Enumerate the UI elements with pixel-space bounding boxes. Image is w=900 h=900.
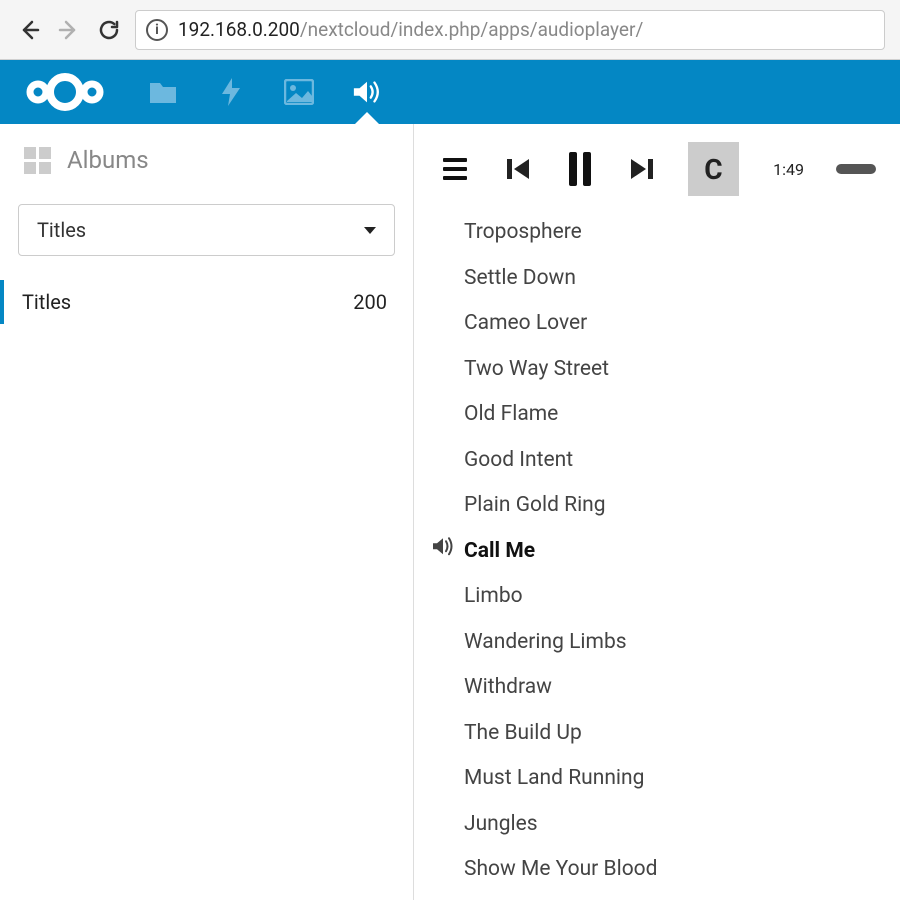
track-item[interactable]: Limbo: [414, 574, 900, 620]
category-select[interactable]: Titles: [18, 204, 395, 256]
track-title: Two Way Street: [464, 354, 609, 386]
track-title: Limbo: [464, 581, 523, 613]
previous-button[interactable]: [500, 151, 534, 187]
player-controls: C 1:49: [414, 124, 900, 206]
sidebar-item-titles[interactable]: Titles 200: [0, 280, 395, 324]
track-item[interactable]: Cameo Lover: [414, 301, 900, 347]
track-item[interactable]: Withdraw: [414, 665, 900, 711]
next-button[interactable]: [625, 151, 659, 187]
files-icon[interactable]: [148, 77, 178, 107]
view-grid-icon: [24, 147, 51, 174]
gallery-icon[interactable]: [284, 77, 314, 107]
now-playing-icon: [432, 536, 454, 568]
playback-time: 1:49: [773, 160, 804, 179]
chevron-down-icon: [364, 227, 376, 234]
sidebar-item-label: Titles: [22, 290, 71, 314]
active-app-indicator: [355, 112, 379, 124]
track-title: Plain Gold Ring: [464, 490, 606, 522]
track-item[interactable]: Call Me: [414, 529, 900, 575]
app-header: [0, 60, 900, 124]
sidebar: Albums Titles Titles 200: [0, 124, 414, 900]
track-item[interactable]: Old Flame: [414, 392, 900, 438]
track-item[interactable]: Wandering Limbs: [414, 620, 900, 666]
track-title: Cameo Lover: [464, 308, 587, 340]
nextcloud-logo[interactable]: [20, 70, 110, 114]
track-title: Good Intent: [464, 445, 573, 477]
url-path: /nextcloud/index.php/apps/audioplayer/: [300, 18, 643, 41]
sidebar-item-count: 200: [353, 290, 387, 314]
sidebar-heading: Albums: [67, 146, 149, 174]
audioplayer-icon[interactable]: [352, 77, 382, 107]
url-text: 192.168.0.200/nextcloud/index.php/apps/a…: [178, 18, 643, 41]
track-title: Call Me: [464, 536, 535, 568]
track-title: Jungles: [464, 809, 538, 841]
track-title: Withdraw: [464, 672, 552, 704]
back-button[interactable]: [15, 16, 43, 44]
url-host: 192.168.0.200: [178, 18, 300, 41]
main-panel: C 1:49 Troposphere Settle Down Cameo Lover…: [414, 124, 900, 900]
menu-button[interactable]: [438, 151, 472, 187]
sidebar-header: Albums: [18, 146, 395, 174]
track-item[interactable]: Show Me Your Blood: [414, 847, 900, 893]
track-item[interactable]: Troposphere: [414, 210, 900, 256]
site-info-icon[interactable]: i: [146, 19, 168, 41]
track-item[interactable]: The Build Up: [414, 711, 900, 757]
track-title: Show Me Your Blood: [464, 854, 658, 886]
track-title: Wandering Limbs: [464, 627, 627, 659]
track-item[interactable]: Plain Gold Ring: [414, 483, 900, 529]
track-item[interactable]: Jungles: [414, 802, 900, 848]
track-title: Troposphere: [464, 217, 582, 249]
track-item[interactable]: Two Way Street: [414, 347, 900, 393]
forward-button[interactable]: [55, 16, 83, 44]
progress-bar[interactable]: [836, 164, 876, 174]
browser-toolbar: i 192.168.0.200/nextcloud/index.php/apps…: [0, 0, 900, 60]
activity-icon[interactable]: [216, 77, 246, 107]
url-bar[interactable]: i 192.168.0.200/nextcloud/index.php/apps…: [135, 10, 885, 50]
track-item[interactable]: Must Land Running: [414, 756, 900, 802]
reload-button[interactable]: [95, 16, 123, 44]
category-select-value: Titles: [37, 218, 86, 242]
track-title: Old Flame: [464, 399, 558, 431]
album-cover-placeholder[interactable]: C: [688, 142, 740, 196]
track-title: Must Land Running: [464, 763, 644, 795]
track-list: Troposphere Settle Down Cameo Lover Two Way…: [414, 206, 900, 900]
track-item[interactable]: Mystery In The Faking: [414, 893, 900, 900]
track-item[interactable]: Good Intent: [414, 438, 900, 484]
content-area: Albums Titles Titles 200 C 1:49 T: [0, 124, 900, 900]
track-title: Settle Down: [464, 263, 576, 295]
pause-button[interactable]: [563, 151, 597, 187]
track-title: The Build Up: [464, 718, 582, 750]
track-item[interactable]: Settle Down: [414, 256, 900, 302]
